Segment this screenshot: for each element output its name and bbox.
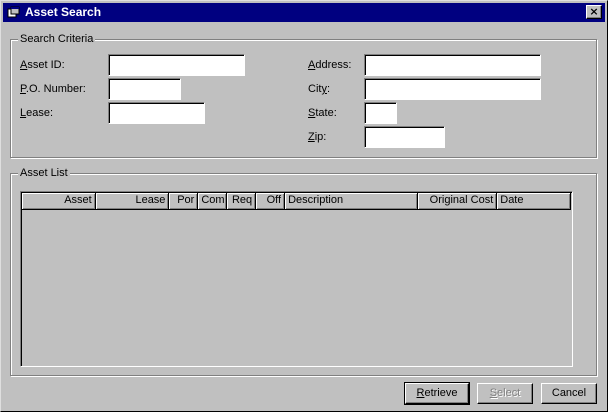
column-header-asset[interactable]: Asset bbox=[22, 193, 96, 209]
zip-field[interactable] bbox=[364, 126, 445, 148]
lease-label: Lease: bbox=[20, 107, 54, 119]
city-field[interactable] bbox=[364, 78, 541, 100]
address-label: Address: bbox=[308, 59, 352, 71]
cancel-button[interactable]: Cancel bbox=[541, 383, 597, 404]
asset-id-field[interactable] bbox=[108, 54, 245, 76]
close-button[interactable]: × bbox=[586, 5, 602, 19]
column-header-lease[interactable]: Lease bbox=[96, 193, 170, 209]
column-header-date[interactable]: Date bbox=[497, 193, 571, 209]
column-header-description[interactable]: Description bbox=[285, 193, 418, 209]
column-header-por[interactable]: Por bbox=[169, 193, 199, 209]
retrieve-button[interactable]: Retrieve bbox=[404, 382, 470, 405]
zip-label: Zip: bbox=[308, 131, 327, 143]
address-field[interactable] bbox=[364, 54, 541, 76]
window-title: Asset Search bbox=[25, 5, 102, 19]
city-label: City: bbox=[308, 83, 331, 95]
po-number-field[interactable] bbox=[108, 78, 181, 100]
column-header-com[interactable]: Com bbox=[198, 193, 228, 209]
title-bar[interactable]: Asset Search × bbox=[3, 3, 605, 22]
po-number-label: P.O. Number: bbox=[20, 83, 86, 95]
asset-search-window: Asset Search × Search Criteria Asset ID:… bbox=[0, 0, 608, 412]
asset-id-label: Asset ID: bbox=[20, 59, 65, 71]
search-criteria-legend: Search Criteria bbox=[18, 32, 96, 46]
window-app-icon bbox=[7, 6, 20, 18]
lease-field[interactable] bbox=[108, 102, 205, 124]
asset-list-body[interactable] bbox=[22, 209, 571, 365]
state-label: State: bbox=[308, 107, 337, 119]
asset-list-view[interactable]: Asset Lease Por Com Req Off Description … bbox=[20, 191, 573, 367]
asset-list-legend: Asset List bbox=[18, 166, 70, 180]
column-header-original-cost[interactable]: Original Cost bbox=[418, 193, 498, 209]
state-field[interactable] bbox=[364, 102, 397, 124]
column-header-off[interactable]: Off bbox=[256, 193, 286, 209]
column-header-req[interactable]: Req bbox=[227, 193, 257, 209]
asset-list-header: Asset Lease Por Com Req Off Description … bbox=[22, 193, 571, 209]
select-button[interactable]: Select bbox=[477, 383, 533, 404]
